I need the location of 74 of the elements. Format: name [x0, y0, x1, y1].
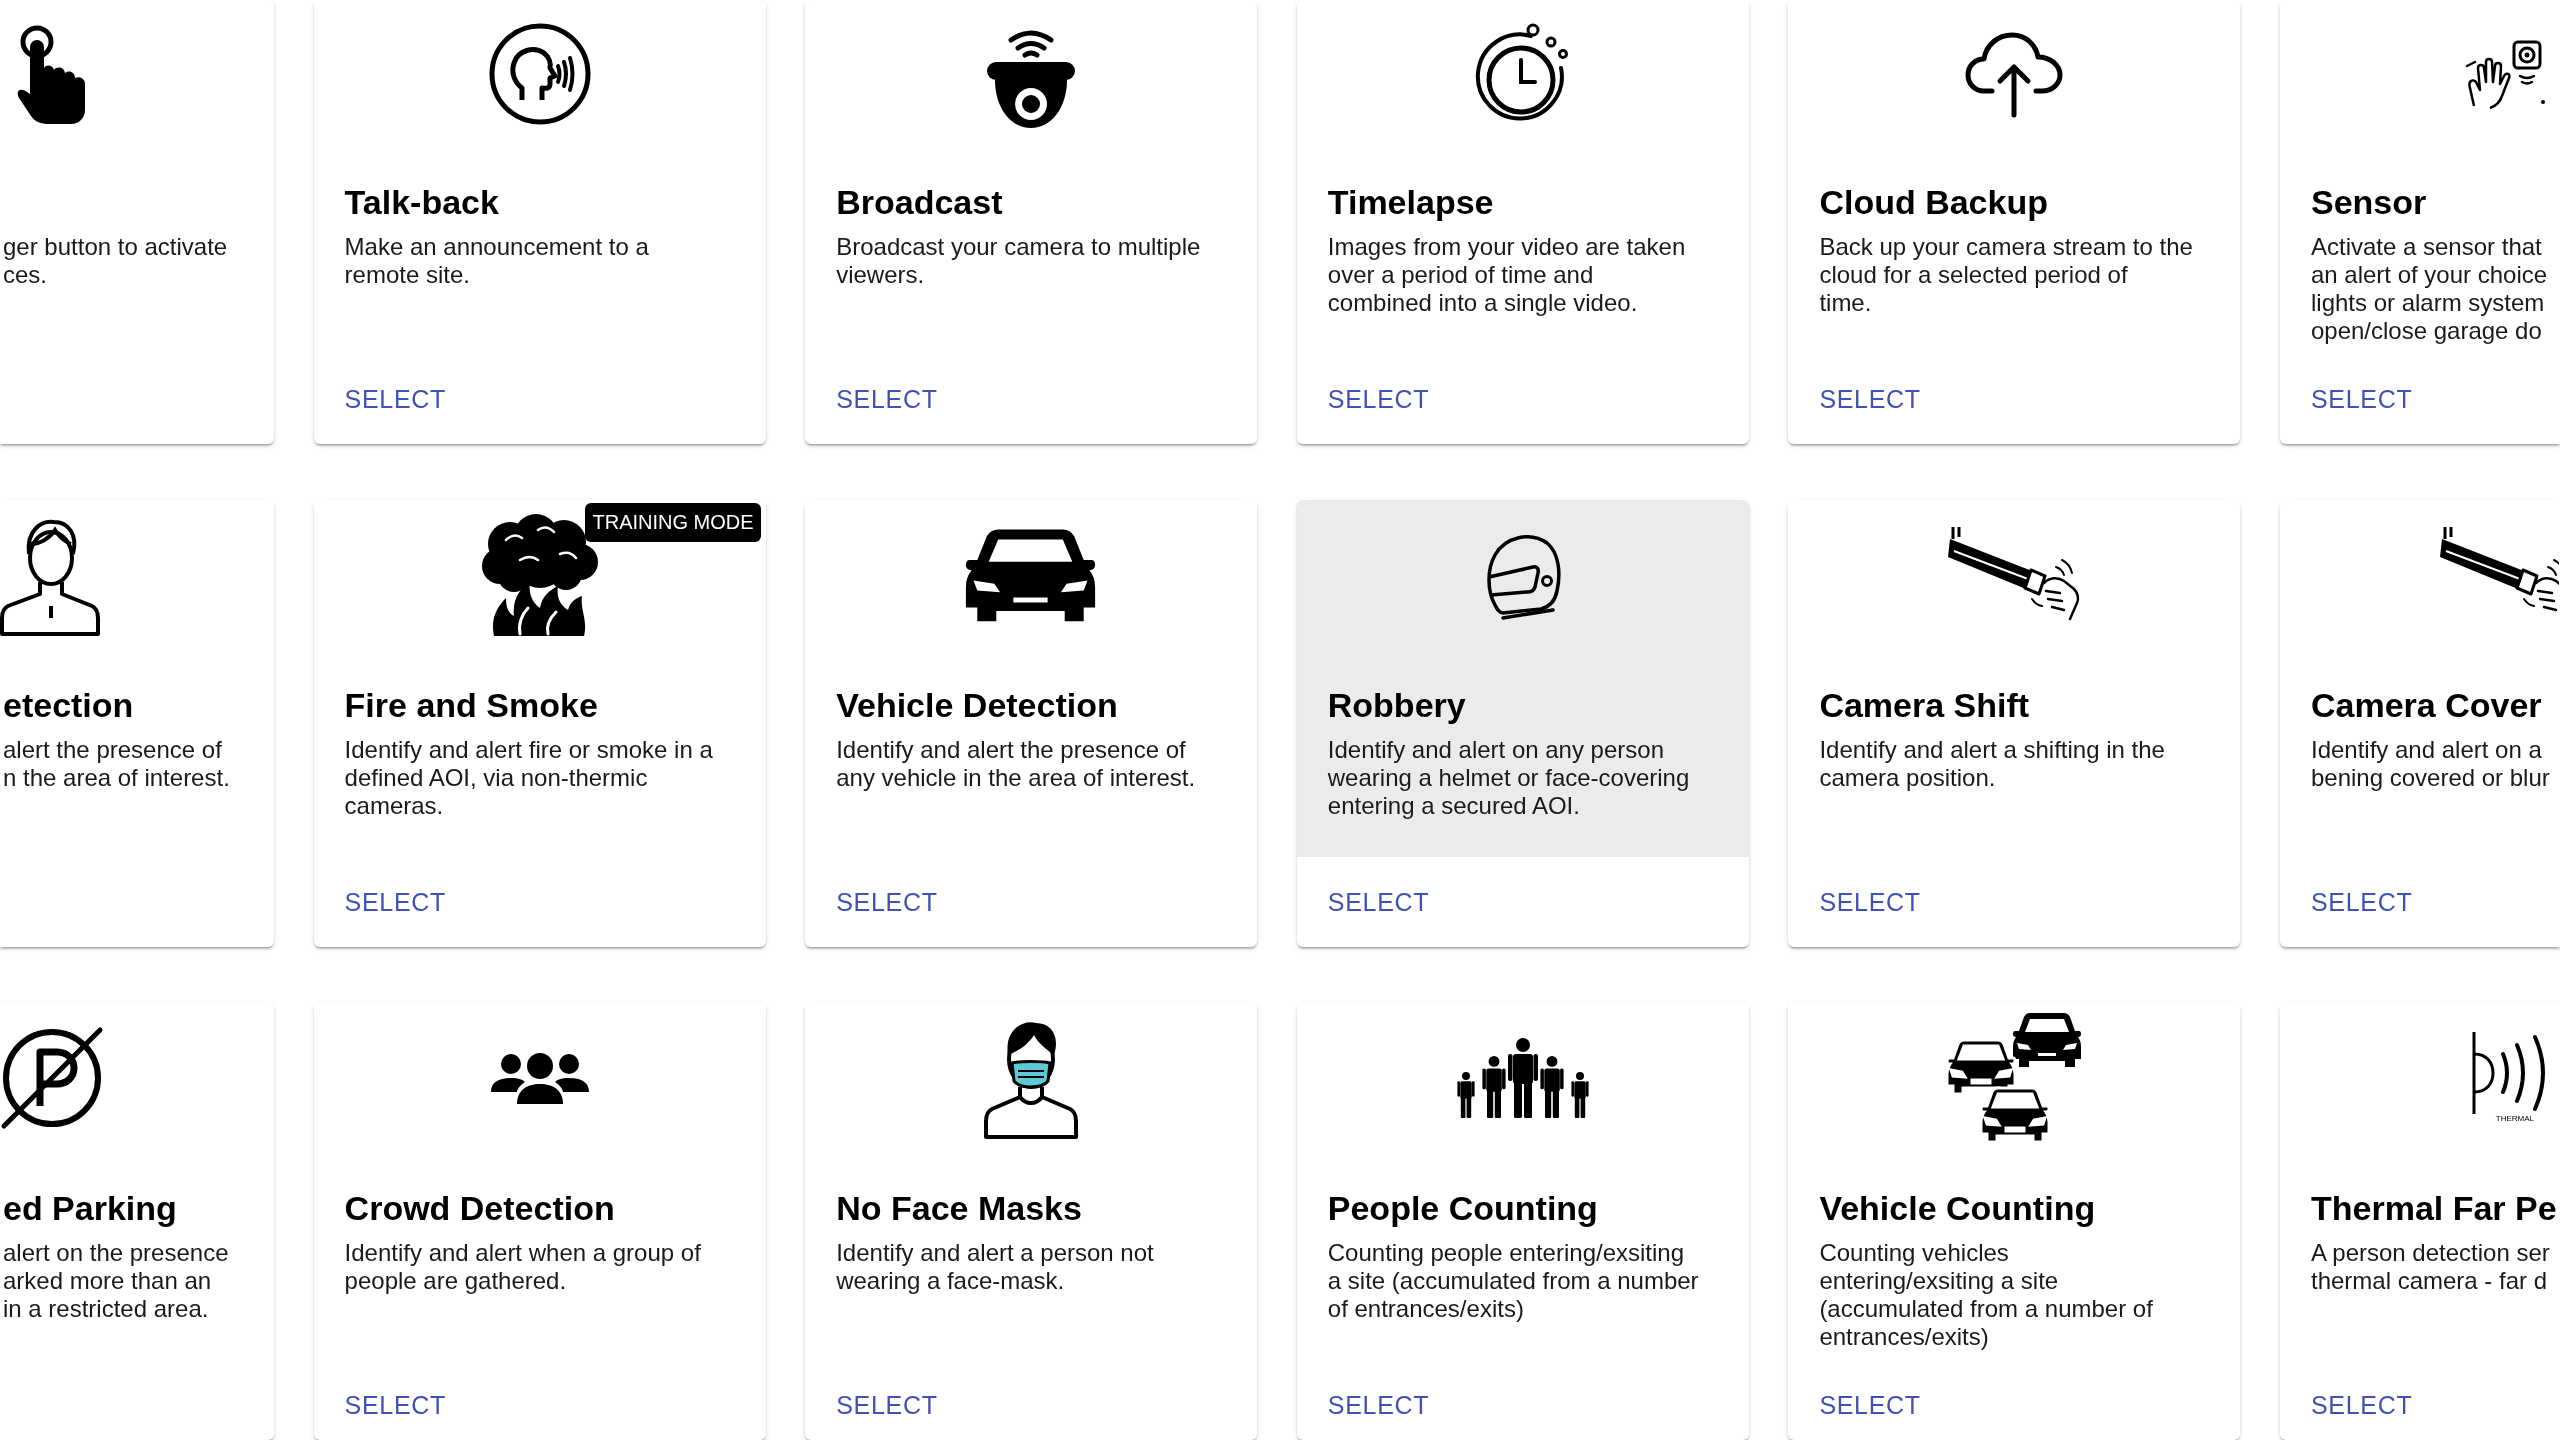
- select-button[interactable]: SELECT: [332, 377, 459, 421]
- card-description: Counting people entering/exsiting a site (accumulated from a number of entrances/exits): [1327, 1239, 1700, 1323]
- camera-hand-icon: [1948, 527, 2081, 623]
- card-action-area[interactable]: Cloud Backup Back up your camera stream to the cloud for a selected period of time.: [1788, 0, 2241, 354]
- select-button[interactable]: SELECT: [1807, 377, 1933, 421]
- select-button[interactable]: SELECT: [1807, 880, 1933, 924]
- card-action-area[interactable]: Vehicle Counting Counting vehicles entering/exsiting a site (accumulated from a number of entrances/exits): [1788, 1003, 2241, 1360]
- select-button[interactable]: SELECT: [824, 1383, 950, 1427]
- card-action-area[interactable]: Sensor Activate a sensor that an alert of your choice lights or alarm system open/close garage do: [2279, 0, 2560, 354]
- card-title: Robbery: [1327, 685, 1467, 725]
- card-description: Images from your video are taken over a period of time and combined into a single video.: [1327, 233, 1687, 317]
- card-action-area[interactable]: No Face Masks Identify and alert a person not wearing a face-mask.: [805, 1003, 1258, 1360]
- select-button[interactable]: SELECT: [332, 880, 459, 924]
- card-title: Sensor: [2310, 182, 2428, 222]
- select-button[interactable]: SELECT: [1315, 1383, 1442, 1427]
- card-description: Broadcast your camera to multiple viewers.: [836, 233, 1202, 289]
- card-title: Vehicle Detection: [836, 685, 1119, 725]
- speaking-head-icon: [487, 21, 592, 126]
- card-action-area[interactable]: Crowd Detection Identify and alert when a group of people are gathered.: [313, 1003, 766, 1360]
- card-action-area[interactable]: Camera Cover Identify and alert on a bening covered or blur: [2279, 500, 2560, 857]
- card-description: Identify and alert the presence of any vehicle in the area of interest.: [836, 736, 1197, 792]
- card-description: Identify and alert a person not wearing a face-mask.: [836, 1239, 1155, 1295]
- card-title: Fire and Smoke: [344, 685, 599, 725]
- card-action-area[interactable]: ed Parking alert on the presence arked more than an in a restricted area.: [0, 1003, 274, 1360]
- card-title: Camera Shift: [1819, 685, 2031, 725]
- select-button[interactable]: SELECT: [824, 377, 950, 421]
- card-description: Identify and alert on any person wearing a helmet or face-covering entering a secured AOI.: [1327, 736, 1691, 820]
- card-description: Make an announcement to a remote site.: [344, 233, 650, 289]
- card-description: ger button to activate ces.: [3, 233, 229, 289]
- card-description: Identify and alert a shifting in the camera position.: [1819, 736, 2166, 792]
- card-title: ed Parking: [3, 1188, 178, 1228]
- card-action-area[interactable]: Broadcast Broadcast your camera to multiple viewers.: [805, 0, 1258, 354]
- select-button[interactable]: SELECT: [1315, 880, 1442, 924]
- select-button[interactable]: SELECT: [332, 1383, 459, 1427]
- card-action-area[interactable]: Camera Shift Identify and alert a shifting in the camera position.: [1788, 500, 2241, 857]
- card-action-area[interactable]: etection alert the presence of n the area of interest.: [0, 500, 274, 857]
- card-description: alert the presence of n the area of interest.: [3, 736, 231, 792]
- card-action-area[interactable]: Timelapse Images from your video are taken over a period of time and combined into a single video.: [1296, 0, 1749, 354]
- card-title: No Face Masks: [836, 1188, 1083, 1228]
- card-description: alert on the presence arked more than an in a restricted area.: [3, 1239, 230, 1323]
- card-description: A person detection ser thermal camera - far d: [2310, 1239, 2551, 1295]
- card-title: Camera Cover: [2310, 685, 2543, 725]
- card-action-area[interactable]: Robbery Identify and alert on any person wearing a helmet or face-covering entering a secured AOI.: [1296, 500, 1749, 857]
- icon-caption: THERMAL: [2495, 1114, 2535, 1124]
- select-button[interactable]: SELECT: [2298, 880, 2425, 924]
- select-button[interactable]: SELECT: [1807, 1383, 1933, 1427]
- card-action-area[interactable]: THERMAL Thermal Far Pe A person detection ser thermal camera - far d: [2279, 1003, 2560, 1360]
- card-title: People Counting: [1327, 1188, 1599, 1228]
- card-description: Identify and alert on a bening covered or blur: [2310, 736, 2551, 792]
- select-button[interactable]: SELECT: [1315, 377, 1442, 421]
- card-description: Identify and alert fire or smoke in a defined AOI, via non-thermic cameras.: [344, 736, 714, 820]
- card-description: Back up your camera stream to the cloud for a selected period of time.: [1819, 233, 2194, 317]
- card-title: etection: [3, 685, 135, 725]
- select-button[interactable]: SELECT: [2298, 1383, 2425, 1427]
- no-parking-icon: [0, 1026, 104, 1130]
- select-button[interactable]: SELECT: [824, 880, 950, 924]
- card-title: Broadcast: [836, 182, 1004, 222]
- people-icon: [1455, 1038, 1590, 1118]
- label-badge: TRAINING MODE: [585, 503, 761, 542]
- card-description: Counting vehicles entering/exsiting a site (accumulated from a number of entrances/exits): [1819, 1239, 2154, 1351]
- group-icon: [490, 1052, 589, 1104]
- select-button[interactable]: SELECT: [2298, 377, 2425, 421]
- card-title: Cloud Backup: [1819, 182, 2049, 222]
- card-title: Crowd Detection: [344, 1188, 616, 1228]
- card-title: Timelapse: [1327, 182, 1495, 222]
- card-title: Talk-back: [344, 182, 500, 222]
- card-action-area[interactable]: ger button to activate ces.: [0, 0, 274, 354]
- card-action-area[interactable]: Talk-back Make an announcement to a remote site.: [313, 0, 766, 354]
- card-title: Vehicle Counting: [1819, 1188, 2097, 1228]
- card-action-area[interactable]: Vehicle Detection Identify and alert the presence of any vehicle in the area of interest.: [805, 500, 1258, 857]
- card-description: Activate a sensor that an alert of your choice lights or alarm system open/close garage do: [2310, 233, 2549, 345]
- card-action-area[interactable]: People Counting Counting people entering/exsiting a site (accumulated from a number of entrances/exits): [1296, 1003, 1749, 1360]
- card-title: Thermal Far Pe: [2310, 1188, 2558, 1228]
- card-description: Identify and alert when a group of people are gathered.: [344, 1239, 702, 1295]
